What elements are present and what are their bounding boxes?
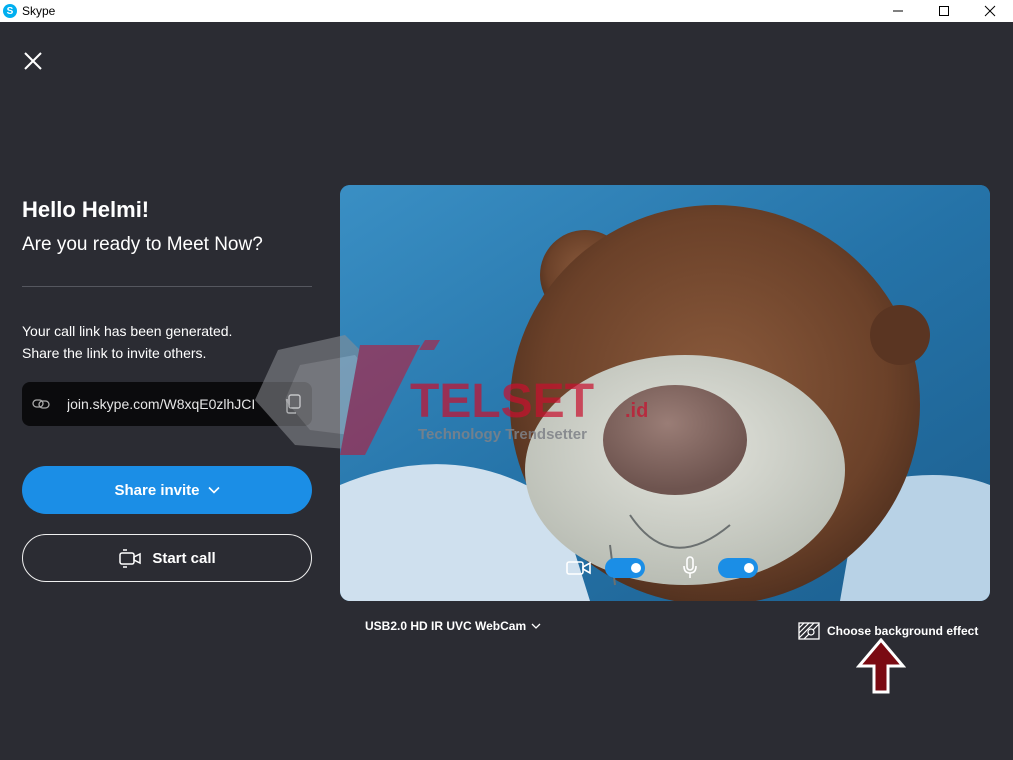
window-close-button[interactable] <box>967 0 1013 22</box>
greeting-title: Hello Helmi! <box>22 197 150 222</box>
link-info-line-2: Share the link to invite others. <box>22 345 207 361</box>
copy-icon[interactable] <box>284 394 302 414</box>
maximize-icon <box>939 6 949 16</box>
video-controls <box>566 556 758 580</box>
camera-select-dropdown[interactable]: USB2.0 HD IR UVC WebCam <box>365 619 541 633</box>
camera-select-label: USB2.0 HD IR UVC WebCam <box>365 619 527 633</box>
share-invite-button[interactable]: Share invite <box>22 466 312 514</box>
link-icon <box>32 399 50 409</box>
video-call-icon <box>119 549 142 568</box>
camera-icon[interactable] <box>566 559 592 577</box>
close-icon <box>24 52 42 70</box>
video-preview <box>340 185 990 601</box>
title-bar: S Skype <box>0 0 1013 22</box>
camera-toggle[interactable] <box>605 558 645 578</box>
minimize-button[interactable] <box>875 0 921 22</box>
close-meet-now-button[interactable] <box>22 50 44 72</box>
background-effect-icon <box>798 622 820 640</box>
chevron-down-icon <box>531 623 541 629</box>
start-call-button[interactable]: Start call <box>22 534 312 582</box>
call-link-text[interactable]: join.skype.com/W8xqE0zlhJCI <box>67 396 267 412</box>
share-invite-label: Share invite <box>114 481 200 499</box>
divider <box>22 286 312 287</box>
window-close-icon <box>984 5 996 17</box>
skype-logo-icon: S <box>3 4 17 18</box>
camera-preview-image <box>340 185 990 601</box>
window-controls <box>875 0 1013 22</box>
call-link-box[interactable]: join.skype.com/W8xqE0zlhJCI <box>22 382 312 426</box>
start-call-label: Start call <box>152 549 216 567</box>
microphone-toggle[interactable] <box>718 558 758 578</box>
minimize-icon <box>893 10 903 12</box>
microphone-toggle-knob <box>744 563 754 573</box>
link-info-text: Your call link has been generated. Share… <box>22 320 232 364</box>
window-title: Skype <box>22 4 56 18</box>
camera-toggle-knob <box>631 563 641 573</box>
maximize-button[interactable] <box>921 0 967 22</box>
background-effect-label: Choose background effect <box>827 624 979 638</box>
annotation-arrow-icon <box>856 638 906 694</box>
microphone-icon[interactable] <box>682 556 698 580</box>
greeting-subtitle: Are you ready to Meet Now? <box>22 234 263 255</box>
chevron-down-icon <box>207 486 220 494</box>
link-info-line-1: Your call link has been generated. <box>22 323 233 339</box>
